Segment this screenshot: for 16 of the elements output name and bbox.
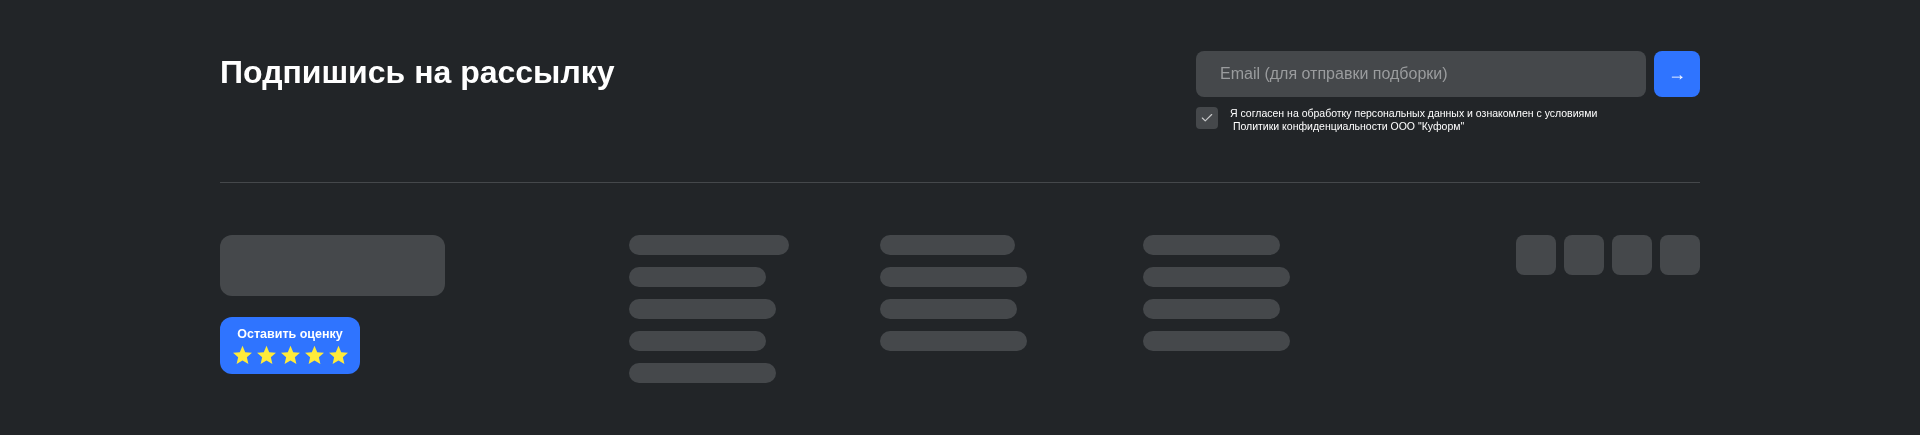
star-icon bbox=[231, 345, 253, 365]
social-placeholder bbox=[1564, 235, 1604, 275]
star-icon bbox=[255, 345, 277, 365]
submit-button[interactable]: → bbox=[1654, 51, 1700, 97]
star-icon bbox=[303, 345, 325, 365]
star-icon bbox=[279, 345, 301, 365]
email-field[interactable]: Email (для отправки подборки) bbox=[1196, 51, 1646, 97]
newsletter-title: Подпишись на рассылку bbox=[220, 53, 615, 92]
rating-button[interactable]: Оставить оценку bbox=[220, 317, 360, 374]
social-placeholder bbox=[1612, 235, 1652, 275]
star-icon bbox=[327, 345, 349, 365]
consent-text: Я согласен на обработку персональных данных и ознакомлен с условиями Политики конфиденциальности ООО "Куформ" bbox=[1230, 107, 1598, 133]
social-placeholder bbox=[1516, 235, 1556, 275]
check-icon bbox=[1200, 111, 1214, 125]
social-placeholder bbox=[1660, 235, 1700, 275]
consent-checkbox[interactable] bbox=[1196, 107, 1218, 129]
